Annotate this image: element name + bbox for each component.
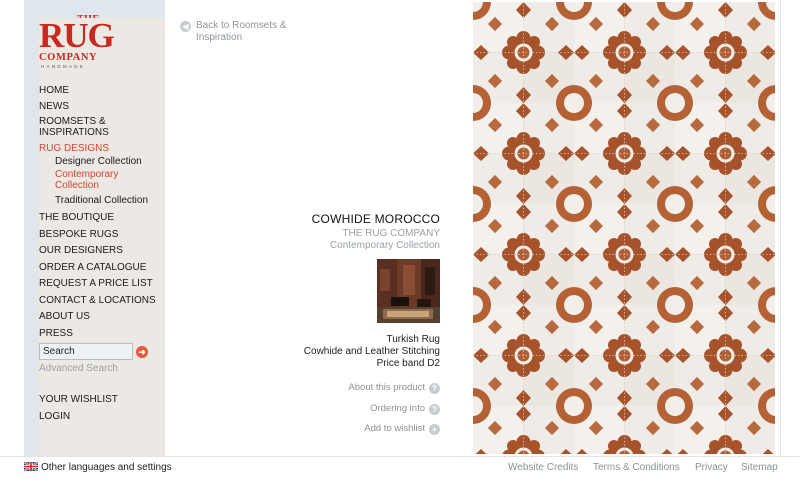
languages-link[interactable]: Other languages and settings: [24, 462, 172, 473]
nav-wishlist[interactable]: YOUR WISHLIST: [39, 394, 118, 405]
question-circle-icon: ?: [429, 404, 440, 415]
question-circle-icon: ?: [429, 383, 440, 394]
footer-credits[interactable]: Website Credits: [508, 462, 578, 473]
search-go-icon[interactable]: ➜: [136, 346, 148, 358]
nav-roomsets[interactable]: ROOMSETS & INSPIRATIONS: [39, 116, 129, 138]
search-input[interactable]: [39, 343, 133, 360]
spec-price: Price band D2: [376, 358, 440, 369]
nav-catalogue[interactable]: ORDER A CATALOGUE: [39, 262, 146, 273]
nav-rug-designs[interactable]: RUG DESIGNS: [39, 143, 109, 154]
nav-bespoke[interactable]: BESPOKE RUGS: [39, 229, 118, 240]
rug-pattern: [473, 2, 775, 454]
spec-origin: Turkish Rug: [386, 334, 440, 345]
about-product-link[interactable]: About this product?: [348, 382, 440, 394]
footer-terms[interactable]: Terms & Conditions: [593, 462, 680, 473]
nav-traditional-collection[interactable]: Traditional Collection: [55, 195, 148, 206]
site-logo[interactable]: THE RUG COMPANY HANDMADE: [39, 14, 341, 470]
nav-contemporary-collection[interactable]: Contemporary Collection: [55, 169, 135, 191]
uk-flag-icon: [24, 462, 38, 471]
roomset-image: [377, 259, 440, 323]
right-margin: [780, 0, 800, 456]
nav-home[interactable]: HOME: [39, 85, 69, 96]
about-product-label: About this product: [348, 382, 425, 393]
left-margin: [0, 0, 24, 456]
ordering-info-link[interactable]: Ordering info?: [370, 403, 440, 415]
product-collection: Contemporary Collection: [329, 240, 440, 251]
rug-image: [473, 2, 775, 454]
product-brand: THE RUG COMPANY: [342, 228, 440, 239]
plus-circle-icon: +: [429, 424, 440, 435]
product-title: COWHIDE MOROCCO: [311, 212, 440, 226]
nav-press[interactable]: PRESS: [39, 328, 73, 339]
nav-price-list[interactable]: REQUEST A PRICE LIST: [39, 278, 153, 289]
page: THE RUG COMPANY HANDMADE HOME NEWS ROOMS…: [0, 0, 800, 484]
footer-privacy[interactable]: Privacy: [695, 462, 728, 473]
spec-material: Cowhide and Leather Stitching: [303, 346, 440, 357]
logo-company: COMPANY: [39, 52, 98, 63]
advanced-search-link[interactable]: Advanced Search: [39, 363, 118, 374]
add-to-wishlist-label: Add to wishlist: [364, 423, 425, 434]
ordering-info-label: Ordering info: [370, 403, 425, 414]
nav-designer-collection[interactable]: Designer Collection: [55, 156, 142, 167]
nav-contact[interactable]: CONTACT & LOCATIONS: [39, 295, 156, 306]
nav-about[interactable]: ABOUT US: [39, 311, 90, 322]
nav-news[interactable]: NEWS: [39, 101, 69, 112]
arrow-left-circle-icon: ◀: [180, 21, 191, 32]
nav-designers[interactable]: OUR DESIGNERS: [39, 245, 123, 256]
nav-boutique[interactable]: THE BOUTIQUE: [39, 212, 114, 223]
footer: Other languages and settings Website Cre…: [0, 456, 800, 484]
languages-label: Other languages and settings: [41, 462, 172, 473]
add-to-wishlist-link[interactable]: Add to wishlist +: [364, 423, 440, 435]
roomset-thumbnail[interactable]: [377, 259, 440, 323]
footer-sitemap[interactable]: Sitemap: [741, 462, 778, 473]
nav-login[interactable]: LOGIN: [39, 411, 70, 422]
back-label: Back to Roomsets & Inspiration: [196, 20, 287, 43]
back-link[interactable]: ◀ Back to Roomsets & Inspiration: [180, 20, 310, 44]
logo-handmade: HANDMADE: [41, 64, 86, 69]
